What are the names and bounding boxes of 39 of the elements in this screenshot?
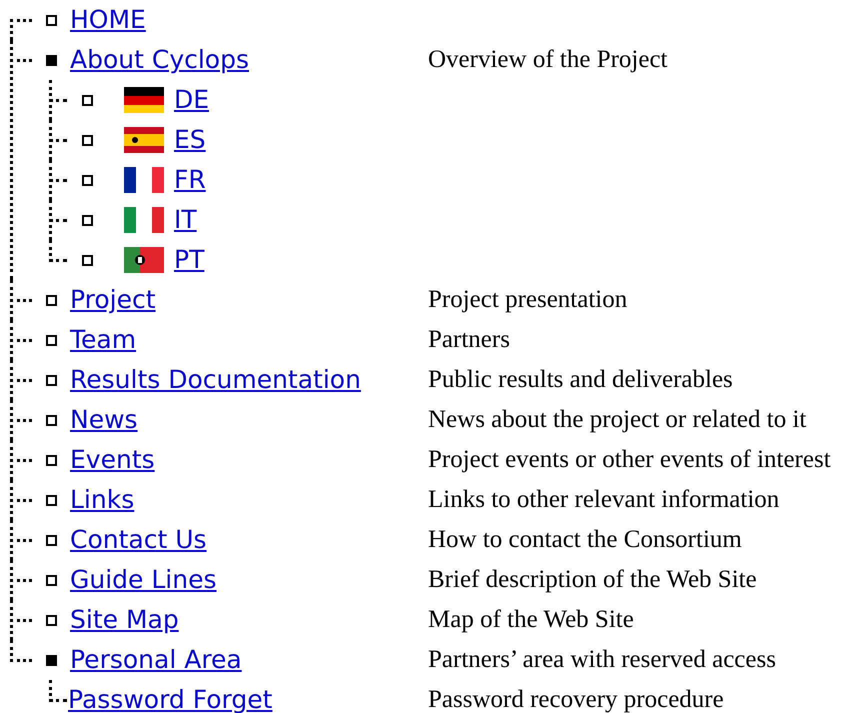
- nav-link[interactable]: Site Map: [70, 606, 179, 634]
- nav-link[interactable]: Results Documentation: [70, 366, 361, 394]
- flag-icon: [124, 207, 164, 233]
- link-description: Password recovery procedure: [428, 686, 724, 713]
- flag-icon: [124, 127, 164, 153]
- nav-link[interactable]: IT: [164, 206, 197, 234]
- link-description: Partners: [428, 326, 510, 354]
- nav-link[interactable]: PT: [164, 246, 204, 274]
- link-description: Project presentation: [428, 286, 628, 314]
- nav-link[interactable]: DE: [164, 86, 210, 114]
- nav-link[interactable]: About Cyclops: [70, 46, 249, 74]
- nav-link[interactable]: ES: [164, 126, 206, 154]
- flag-icon: [124, 87, 164, 113]
- link-description: Links to other relevant information: [428, 486, 780, 514]
- flag-icon: [124, 167, 164, 193]
- link-description: Brief description of the Web Site: [428, 566, 757, 594]
- bullet-icon: [82, 214, 93, 226]
- link-description: News about the project or related to it: [428, 406, 806, 434]
- nav-link[interactable]: FR: [164, 166, 206, 194]
- link-description: Public results and deliverables: [428, 366, 733, 394]
- nav-link[interactable]: HOME: [70, 6, 146, 34]
- bullet-icon: [82, 174, 93, 186]
- nav-link[interactable]: Contact Us: [70, 526, 207, 554]
- bullet-icon: [82, 254, 93, 266]
- nav-link[interactable]: Team: [70, 326, 136, 354]
- link-description: Partners’ area with reserved access: [428, 646, 776, 674]
- bullet-icon: [82, 94, 93, 106]
- link-description: Map of the Web Site: [428, 606, 634, 634]
- link-description: Overview of the Project: [428, 46, 668, 74]
- nav-link[interactable]: Links: [70, 486, 134, 514]
- link-description: Project events or other events of interest: [428, 446, 831, 474]
- nav-link[interactable]: Project: [70, 286, 156, 314]
- nav-link[interactable]: News: [70, 406, 138, 434]
- nav-link[interactable]: Guide Lines: [70, 566, 216, 594]
- nav-link[interactable]: Personal Area: [70, 646, 242, 674]
- flag-icon: [124, 247, 164, 273]
- link-description: How to contact the Consortium: [428, 526, 742, 554]
- nav-link[interactable]: Events: [70, 446, 155, 474]
- bullet-icon: [82, 134, 93, 146]
